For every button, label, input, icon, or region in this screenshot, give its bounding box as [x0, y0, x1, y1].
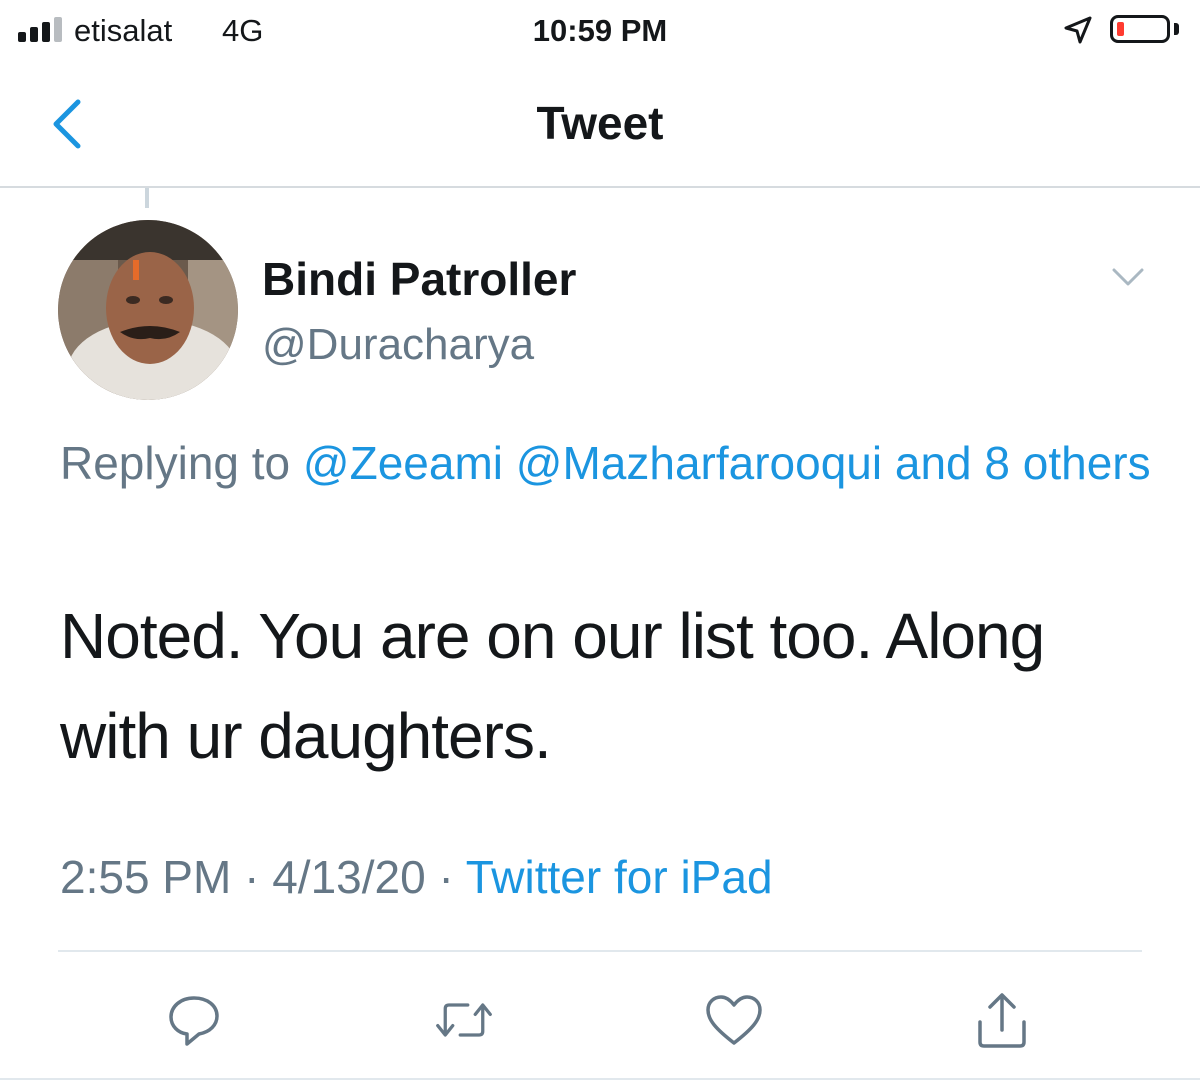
nav-bar: Tweet	[0, 62, 1200, 188]
reply-mentions-link[interactable]: @Zeeami @Mazharfarooqui and 8 others	[303, 437, 1151, 489]
battery-level	[1117, 22, 1124, 36]
status-bar: etisalat 4G 10:59 PM	[0, 0, 1200, 62]
avatar[interactable]	[58, 220, 238, 400]
heart-icon	[706, 995, 762, 1045]
tweet-date: 4/13/20	[272, 851, 426, 903]
avatar-image	[58, 220, 238, 400]
location-icon	[1064, 16, 1092, 44]
tweet-source-link[interactable]: Twitter for iPad	[466, 851, 773, 903]
meta-separator: ·	[244, 851, 260, 903]
divider	[0, 1078, 1200, 1080]
tweet-meta: 2:55 PM · 4/13/20 · Twitter for iPad	[60, 850, 773, 904]
divider	[58, 950, 1142, 952]
share-icon	[978, 993, 1026, 1048]
tweet-time: 2:55 PM	[60, 851, 232, 903]
reply-icon	[169, 996, 219, 1046]
like-button[interactable]	[704, 990, 764, 1050]
display-name[interactable]: Bindi Patroller	[262, 252, 576, 306]
tweet-text: Noted. You are on our list too. Along wi…	[60, 600, 1045, 772]
retweet-button[interactable]	[434, 990, 494, 1050]
meta-separator: ·	[438, 851, 454, 903]
more-options-button[interactable]	[1108, 262, 1148, 290]
chevron-down-icon	[1112, 268, 1144, 286]
page-title: Tweet	[536, 97, 664, 149]
status-time: 10:59 PM	[532, 13, 668, 48]
reply-button[interactable]	[164, 990, 224, 1050]
reply-context: Replying to @Zeeami @Mazharfarooqui and …	[60, 428, 1160, 498]
username[interactable]: @Duracharya	[262, 320, 534, 370]
retweet-icon	[436, 1003, 492, 1037]
reply-prefix: Replying to	[60, 437, 291, 489]
share-button[interactable]	[972, 990, 1032, 1050]
thread-connector	[145, 188, 149, 208]
battery-cap	[1174, 23, 1179, 35]
battery-icon	[1110, 15, 1170, 43]
